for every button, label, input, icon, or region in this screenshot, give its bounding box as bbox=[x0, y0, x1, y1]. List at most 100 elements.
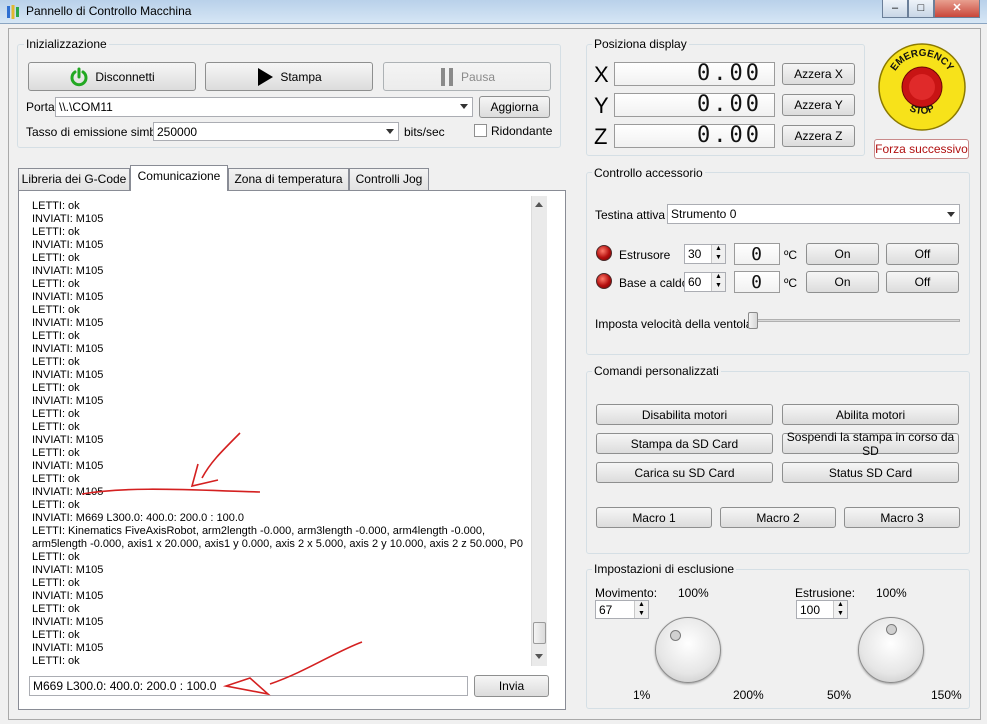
movement-knob[interactable] bbox=[655, 617, 721, 683]
tab-communication[interactable]: Comunicazione bbox=[130, 165, 228, 191]
baud-select[interactable]: 250000 bbox=[153, 122, 399, 141]
title-bar: Pannello di Controllo Macchina – □ ✕ bbox=[0, 0, 987, 24]
annotation-arrow-icon bbox=[81, 432, 261, 495]
knob-indicator bbox=[670, 630, 681, 641]
extruder-on-button[interactable]: On bbox=[806, 243, 879, 265]
bed-unit: ºC bbox=[784, 276, 798, 290]
movement-mid-label: 100% bbox=[678, 586, 709, 600]
bed-setpoint-value: 60 bbox=[688, 275, 702, 289]
log-line: INVIATI: M105 bbox=[32, 369, 104, 381]
close-button[interactable]: ✕ bbox=[934, 0, 980, 18]
movement-max-label: 200% bbox=[733, 688, 764, 702]
pause-sd-print-button[interactable]: Sospendi la stampa in corso da SD bbox=[782, 430, 959, 458]
log-line: INVIATI: M105 bbox=[32, 291, 104, 303]
command-value: M669 L300.0: 400.0: 200.0 : 100.0 bbox=[33, 679, 217, 693]
disable-motors-button[interactable]: Disabilita motori bbox=[596, 404, 773, 425]
log-line: LETTI: ok bbox=[32, 408, 80, 420]
refresh-button[interactable]: Aggiorna bbox=[479, 96, 550, 118]
log-scrollbar[interactable] bbox=[531, 196, 547, 666]
upload-sd-button[interactable]: Carica su SD Card bbox=[596, 462, 773, 483]
extruder-status-led bbox=[596, 245, 612, 261]
spin-up-icon[interactable]: ▲ bbox=[634, 601, 648, 610]
bed-label: Base a caldo bbox=[619, 276, 689, 290]
spin-up-icon[interactable]: ▲ bbox=[833, 601, 847, 610]
active-head-select[interactable]: Strumento 0 bbox=[667, 204, 960, 224]
spin-down-icon[interactable]: ▼ bbox=[634, 609, 648, 618]
knob-indicator bbox=[886, 624, 897, 635]
port-select[interactable]: \\.\COM11 bbox=[55, 97, 473, 117]
extrusion-spinbox[interactable]: 100 ▲ ▼ bbox=[796, 600, 848, 619]
scroll-thumb[interactable] bbox=[533, 622, 546, 644]
movement-spinbox[interactable]: 67 ▲ ▼ bbox=[595, 600, 649, 619]
reset-y-button[interactable]: Azzera Y bbox=[782, 94, 855, 116]
log-line: LETTI: ok bbox=[32, 252, 80, 264]
macro-1-button[interactable]: Macro 1 bbox=[596, 507, 712, 528]
override-group-label: Impostazioni di esclusione bbox=[592, 562, 737, 576]
tab-gcode-library[interactable]: Libreria dei G-Code bbox=[18, 168, 130, 190]
fan-speed-label: Imposta velocità della ventola bbox=[595, 317, 753, 331]
minimize-button[interactable]: – bbox=[882, 0, 908, 18]
tab-temperature-zone[interactable]: Zona di temperatura bbox=[228, 168, 349, 190]
log-line: LETTI: Kinematics FiveAxisRobot, arm2len… bbox=[32, 525, 486, 537]
annotation-arrow-icon bbox=[222, 641, 363, 696]
bed-on-button[interactable]: On bbox=[806, 271, 879, 293]
log-line: LETTI: ok bbox=[32, 304, 80, 316]
enable-motors-button[interactable]: Abilita motori bbox=[782, 404, 959, 425]
extruder-off-button[interactable]: Off bbox=[886, 243, 959, 265]
baud-value: 250000 bbox=[157, 125, 198, 139]
log-line: LETTI: ok bbox=[32, 278, 80, 290]
send-button[interactable]: Invia bbox=[474, 675, 549, 697]
extrusion-label: Estrusione: bbox=[795, 586, 856, 600]
chevron-down-icon bbox=[386, 129, 394, 134]
extrusion-mid-label: 100% bbox=[876, 586, 907, 600]
reset-z-button[interactable]: Azzera Z bbox=[782, 125, 855, 147]
fan-speed-slider[interactable] bbox=[748, 319, 960, 322]
tab-jog-controls[interactable]: Controlli Jog bbox=[349, 168, 429, 190]
macro-2-button[interactable]: Macro 2 bbox=[720, 507, 836, 528]
bed-status-led bbox=[596, 273, 612, 289]
log-line: LETTI: ok bbox=[32, 382, 80, 394]
redundant-label: Ridondante bbox=[491, 124, 553, 138]
extruder-setpoint[interactable]: 30 ▲ ▼ bbox=[684, 244, 726, 264]
spin-up-icon[interactable]: ▲ bbox=[711, 245, 725, 254]
spin-up-icon[interactable]: ▲ bbox=[711, 273, 725, 282]
chevron-down-icon bbox=[947, 212, 955, 217]
fan-speed-handle[interactable] bbox=[748, 312, 758, 329]
spin-down-icon[interactable]: ▼ bbox=[711, 282, 725, 291]
custom-commands-label: Comandi personalizzati bbox=[592, 364, 721, 378]
port-label: Porta bbox=[26, 100, 55, 114]
baud-label: Tasso di emissione simboli bbox=[26, 125, 169, 139]
extrusion-max-label: 150% bbox=[931, 688, 962, 702]
disconnect-label: Disconnetti bbox=[95, 69, 155, 84]
movement-value: 67 bbox=[599, 603, 613, 617]
emergency-stop-button[interactable]: EMERGENCY STOP bbox=[877, 42, 967, 132]
reset-x-button[interactable]: Azzera X bbox=[782, 63, 855, 85]
log-line: INVIATI: M105 bbox=[32, 213, 104, 225]
print-from-sd-button[interactable]: Stampa da SD Card bbox=[596, 433, 773, 454]
bed-setpoint[interactable]: 60 ▲ ▼ bbox=[684, 272, 726, 292]
baud-unit: bits/sec bbox=[404, 125, 445, 139]
app-icon bbox=[7, 5, 19, 19]
disconnect-button[interactable]: Disconnetti bbox=[28, 62, 196, 91]
macro-3-button[interactable]: Macro 3 bbox=[844, 507, 960, 528]
log-line: INVIATI: M105 bbox=[32, 265, 104, 277]
init-group-label: Inizializzazione bbox=[24, 37, 109, 51]
log-line: LETTI: ok bbox=[32, 499, 80, 511]
extrusion-knob[interactable] bbox=[858, 617, 924, 683]
force-next-button[interactable]: Forza successivo bbox=[874, 139, 969, 159]
log-line: LETTI: ok bbox=[32, 551, 80, 563]
pause-button[interactable]: Pausa bbox=[383, 62, 551, 91]
maximize-button[interactable]: □ bbox=[908, 0, 934, 18]
log-line: INVIATI: M105 bbox=[32, 317, 104, 329]
scroll-down-icon[interactable] bbox=[535, 654, 543, 659]
window-title: Pannello di Controllo Macchina bbox=[26, 4, 192, 18]
spin-down-icon[interactable]: ▼ bbox=[711, 254, 725, 263]
scroll-up-icon[interactable] bbox=[535, 202, 543, 207]
bed-off-button[interactable]: Off bbox=[886, 271, 959, 293]
spin-down-icon[interactable]: ▼ bbox=[833, 609, 847, 618]
play-icon bbox=[258, 67, 274, 86]
axis-y-display: 0.00 bbox=[614, 93, 775, 117]
print-button[interactable]: Stampa bbox=[205, 62, 373, 91]
sd-status-button[interactable]: Status SD Card bbox=[782, 462, 959, 483]
redundant-checkbox[interactable] bbox=[474, 124, 487, 137]
